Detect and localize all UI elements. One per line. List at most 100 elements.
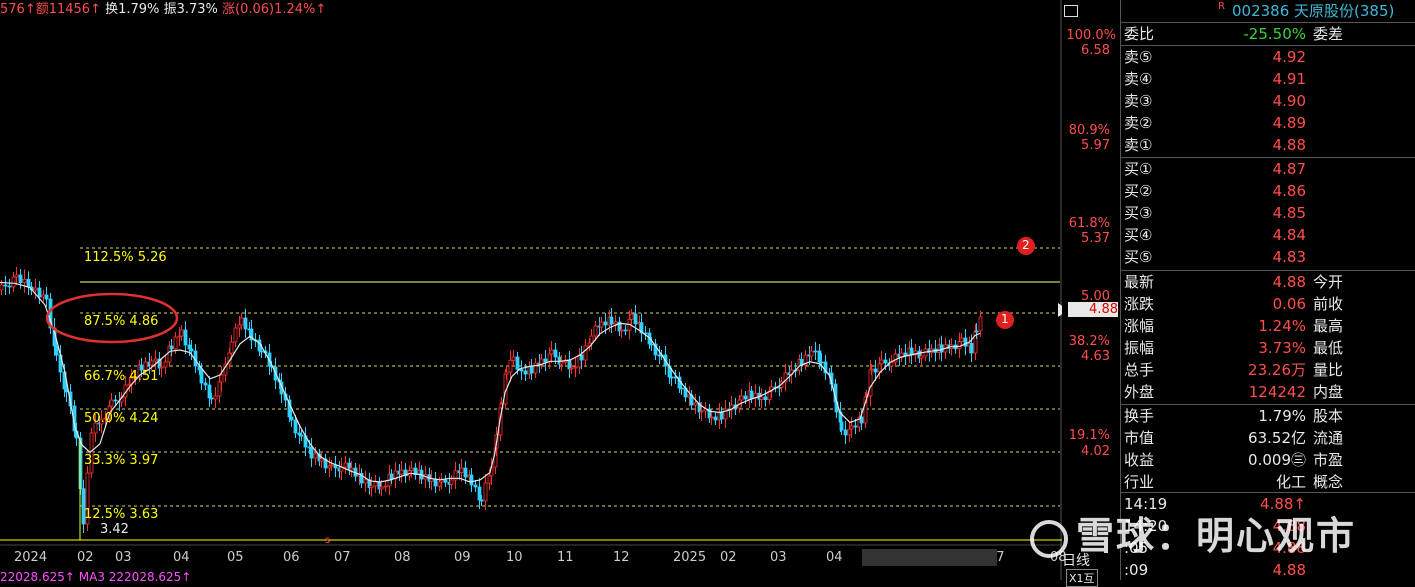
marker-2-label: 2 <box>1022 238 1030 252</box>
volume-value: 576↑ <box>0 2 36 17</box>
axis-val-463: 4.63 <box>1081 349 1110 364</box>
candle-body <box>369 485 374 489</box>
sell-level-2-label: 卖② <box>1124 114 1153 132</box>
sell-level-4-label: 卖④ <box>1124 70 1153 88</box>
month-label: 2025 <box>673 550 707 565</box>
candle-body <box>883 359 888 364</box>
candle-body <box>763 396 768 400</box>
stat-2-right-label: 最高 <box>1313 317 1344 335</box>
candle-body <box>508 359 513 373</box>
candle-body <box>877 363 882 373</box>
flag-r: R <box>1218 1 1225 12</box>
stat-5-value: 124242 <box>1248 383 1306 401</box>
candle-body <box>477 486 482 501</box>
candle-body <box>573 366 578 369</box>
stat-1-right-label: 前收 <box>1313 295 1344 313</box>
buy-level-3-value: 4.85 <box>1272 204 1306 222</box>
candle-body <box>159 366 164 369</box>
month-label: 03 <box>115 550 132 565</box>
stat-0-label: 最新 <box>1124 273 1155 291</box>
candle-body <box>579 354 584 361</box>
candle-body <box>693 402 698 406</box>
candle-body <box>179 329 184 337</box>
marker-1-label: 1 <box>1001 312 1009 326</box>
stat2-3-value: 化工 <box>1275 473 1306 491</box>
candle-body <box>569 367 574 370</box>
candle-body <box>519 369 524 372</box>
candle-body <box>679 387 684 390</box>
s-marker: s <box>325 535 331 546</box>
buy-level-1-row: 买① 4.87 <box>1121 158 1415 180</box>
axis-pct-191: 19.1% <box>1068 428 1110 443</box>
buy-level-4-label: 买④ <box>1124 226 1153 244</box>
buy-level-5-value: 4.83 <box>1272 248 1306 266</box>
buy-level-4-row: 买④ 4.84 <box>1121 224 1415 246</box>
candle-body <box>839 421 844 431</box>
month-label: 12 <box>613 550 630 565</box>
sell-level-2-row: 卖② 4.89 <box>1121 112 1415 134</box>
candle-body <box>7 285 12 288</box>
fib-label-125: 12.5% 3.63 <box>84 507 159 522</box>
candle-body <box>41 294 46 298</box>
weibi-row: 委比 -25.50% 委差 <box>1121 23 1415 45</box>
candle-body <box>553 349 558 358</box>
candle-body <box>319 458 324 462</box>
candle-body <box>963 337 968 347</box>
candle-body <box>533 362 538 374</box>
candle-body <box>504 371 509 375</box>
buy-level-2-label: 买② <box>1124 182 1153 200</box>
candle-body <box>149 360 154 366</box>
stat-4-label: 总手 <box>1124 361 1155 379</box>
candle-body <box>959 337 964 342</box>
stat2-2-right-label: 市盈 <box>1313 451 1344 469</box>
stat2-2-value: 0.009㊂ <box>1248 451 1306 469</box>
candle-body <box>11 276 16 288</box>
axis-val-597: 5.97 <box>1081 138 1110 153</box>
candle-body <box>233 327 238 343</box>
stat-5-right-label: 内盘 <box>1313 383 1344 401</box>
candle-body <box>259 350 264 353</box>
axis-val-537: 5.37 <box>1081 231 1110 246</box>
candle-body <box>409 467 414 471</box>
candle-body <box>473 484 478 488</box>
candle-body <box>329 464 334 467</box>
stock-title[interactable]: 002386 天原股份(385) <box>1232 0 1394 22</box>
candle-body <box>879 359 884 365</box>
candle-body <box>613 321 618 325</box>
candle-body <box>459 467 464 473</box>
stat2-0-row: 换手 1.79% 股本 <box>1121 405 1415 427</box>
candle-body <box>399 469 404 475</box>
candle-body <box>619 329 624 332</box>
candle-body <box>18 274 23 284</box>
candle-body <box>33 287 38 291</box>
stat2-0-right-label: 股本 <box>1313 407 1344 425</box>
scroll-thumb[interactable] <box>862 549 997 566</box>
kline-chart[interactable] <box>0 0 1062 580</box>
window-toggle-icon[interactable] <box>1064 5 1078 17</box>
candle-body <box>957 341 962 350</box>
stat-1-value: 0.06 <box>1272 295 1306 313</box>
candle-body <box>743 395 748 400</box>
candle-body <box>289 416 294 421</box>
watermark-logo-icon <box>1030 519 1068 558</box>
stat-2-label: 涨幅 <box>1124 317 1155 335</box>
stat-1-label: 涨跌 <box>1124 295 1155 313</box>
sell-level-1-row: 卖① 4.88 <box>1121 134 1415 156</box>
amplitude-value: 振3.73% <box>163 2 218 17</box>
candle-body <box>809 350 814 357</box>
quote-panel: R 002386 天原股份(385) 委比 -25.50% 委差 卖⑤ 4.92 卖… <box>1120 0 1415 580</box>
stat-3-value: 3.73% <box>1258 339 1306 357</box>
fib-label-500: 50.0% 4.24 <box>84 411 159 426</box>
buy-level-1-label: 买① <box>1124 160 1153 178</box>
candle-body <box>817 350 822 363</box>
candle-body <box>599 321 604 328</box>
stat-5-label: 外盘 <box>1124 383 1155 401</box>
stat-3-right-label: 最低 <box>1313 339 1344 357</box>
stat2-3-right-label: 概念 <box>1313 473 1344 491</box>
candle-body <box>219 374 224 383</box>
candle-body <box>713 416 718 421</box>
buy-level-5-row: 买⑤ 4.83 <box>1121 246 1415 268</box>
stat-1-row: 涨跌 0.06 前收 <box>1121 293 1415 315</box>
candle-body <box>22 278 27 284</box>
candle-body <box>187 344 192 350</box>
